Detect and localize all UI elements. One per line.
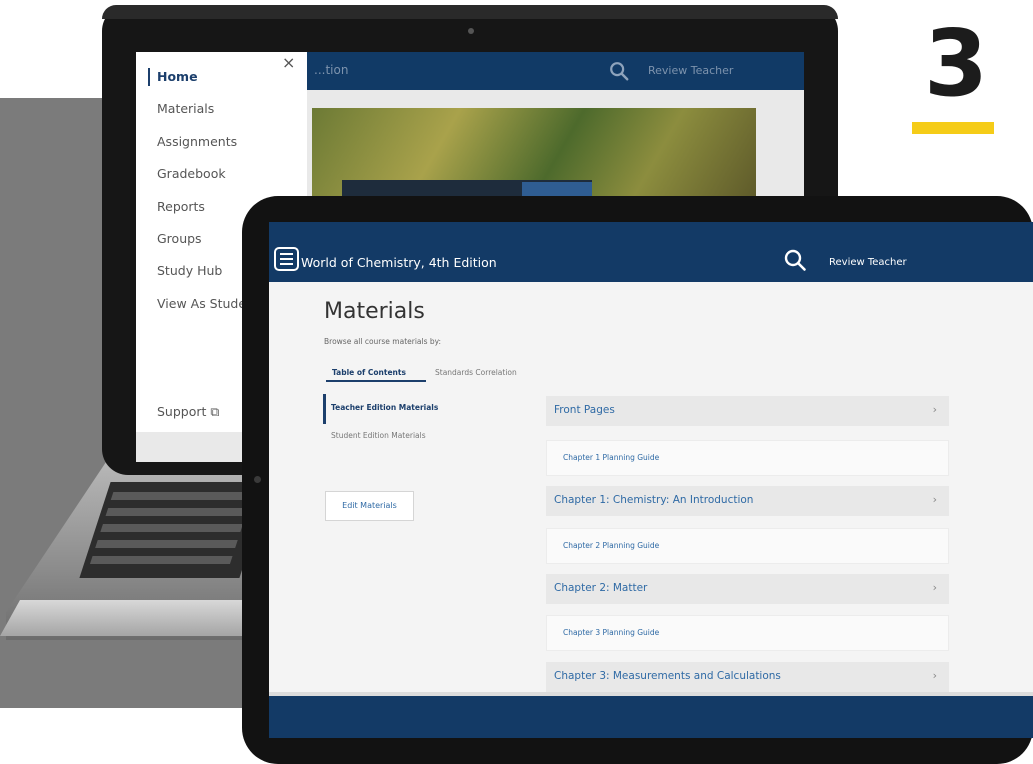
search-icon[interactable] [608,60,630,82]
left-nav-active-indicator [323,394,326,424]
section-chapter-1[interactable]: Chapter 1: Chemistry: An Introduction › [546,486,949,516]
menu-active-indicator [148,68,150,86]
course-hero-image [312,108,756,200]
chevron-right-icon: › [932,581,937,594]
active-tab-indicator [326,380,426,382]
nav-student-edition-materials[interactable]: Student Edition Materials [331,431,426,440]
laptop-bezel [102,5,838,19]
menu-item-view-as-student[interactable]: View As Studer [157,296,251,311]
section-title: Chapter 3: Measurements and Calculations [554,670,781,682]
section-title: Chapter 2: Matter [554,582,648,594]
menu-item-study-hub[interactable]: Study Hub [157,263,222,278]
menu-item-support[interactable]: Support ⧉ [157,404,219,420]
list-item-chapter-2-planning-guide[interactable]: Chapter 2 Planning Guide [546,528,949,564]
section-title: Front Pages [554,404,615,416]
step-underline [912,122,994,134]
device-showcase: 3 ...tion Review Teacher × Home Material… [0,0,1033,764]
menu-item-assignments[interactable]: Assignments [157,134,237,149]
section-chapter-2[interactable]: Chapter 2: Matter › [546,574,949,604]
tablet-camera-icon [254,476,261,483]
browse-label: Browse all course materials by: [324,337,442,346]
chevron-right-icon: › [932,669,937,682]
app-footer [269,696,1033,738]
menu-item-gradebook[interactable]: Gradebook [157,166,226,181]
list-item-label: Chapter 1 Planning Guide [563,453,660,462]
section-front-pages[interactable]: Front Pages › [546,396,949,426]
menu-item-home[interactable]: Home [157,69,198,84]
list-item-chapter-1-planning-guide[interactable]: Chapter 1 Planning Guide [546,440,949,476]
laptop-topbar-text: ...tion [314,63,349,77]
list-item-label: Chapter 2 Planning Guide [563,541,660,550]
chevron-right-icon: › [932,493,937,506]
hamburger-menu-icon[interactable] [274,247,299,271]
section-title: Chapter 1: Chemistry: An Introduction [554,494,754,506]
menu-item-materials[interactable]: Materials [157,101,214,116]
search-icon[interactable] [783,248,807,272]
menu-item-reports[interactable]: Reports [157,199,205,214]
list-item-label: Chapter 3 Planning Guide [563,628,660,637]
app-header: World of Chemistry, 4th Edition Review T… [269,222,1033,282]
chevron-right-icon: › [932,403,937,416]
list-item-chapter-3-planning-guide[interactable]: Chapter 3 Planning Guide [546,615,949,651]
close-icon[interactable]: × [282,54,295,72]
step-number: 3 [923,10,988,117]
edit-materials-button[interactable]: Edit Materials [325,491,414,521]
course-title[interactable]: World of Chemistry, 4th Edition [301,255,497,270]
section-chapter-3[interactable]: Chapter 3: Measurements and Calculations… [546,662,949,692]
camera-icon [468,28,474,34]
laptop-user-label[interactable]: Review Teacher [648,64,733,77]
tab-standards-correlation[interactable]: Standards Correlation [435,368,517,377]
page-title: Materials [324,299,425,324]
tablet-screen: World of Chemistry, 4th Edition Review T… [269,222,1033,738]
user-menu[interactable]: Review Teacher [829,257,907,268]
nav-teacher-edition-materials[interactable]: Teacher Edition Materials [331,403,438,412]
tab-table-of-contents[interactable]: Table of Contents [332,368,406,377]
menu-item-groups[interactable]: Groups [157,231,202,246]
